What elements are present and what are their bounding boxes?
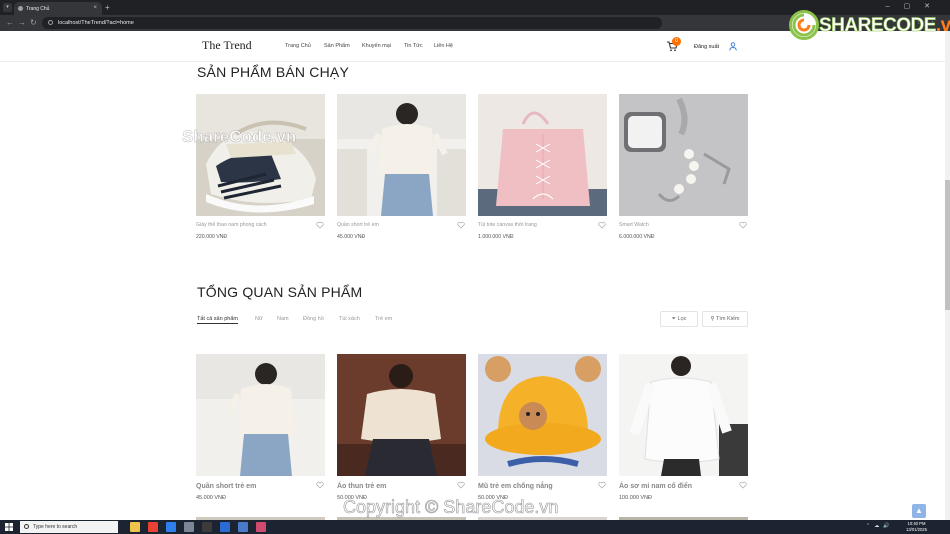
file-explorer-icon[interactable] <box>130 522 140 532</box>
nav-news[interactable]: Tin Tức <box>404 43 423 49</box>
search-button[interactable]: ⚲ Tìm Kiếm <box>702 311 748 327</box>
heart-icon[interactable] <box>739 221 747 229</box>
product-name[interactable]: Smart Watch <box>619 222 649 228</box>
clock-date: 13/01/2025 <box>906 527 927 532</box>
site-brand[interactable]: The Trend <box>202 38 252 53</box>
taskbar-search-placeholder: Type here to search <box>33 524 78 530</box>
sharecode-watermark: ShareCode.vn <box>182 127 297 147</box>
nav-home[interactable]: Trang Chủ <box>285 43 311 49</box>
tab-favicon-icon <box>18 6 23 11</box>
product-image[interactable] <box>196 354 325 476</box>
product-name[interactable]: Mũ trẻ em chống nắng <box>478 483 553 490</box>
address-bar-url: localhost/TheTrend/?act=home <box>58 20 134 26</box>
back-to-top-button[interactable]: ▲ <box>912 504 926 518</box>
terminal-icon[interactable] <box>202 522 212 532</box>
product-name[interactable]: Quần short trẻ em <box>337 222 379 228</box>
app-icon[interactable] <box>256 522 266 532</box>
windows-taskbar: Type here to search ⌃☁🔊 10:40 PM 13/01/2… <box>0 520 950 534</box>
product-name[interactable]: Áo thun trẻ em <box>337 483 386 490</box>
scrollbar-thumb[interactable] <box>945 180 950 310</box>
back-icon[interactable]: ← <box>6 18 14 28</box>
product-price: 1.000.000 VNĐ <box>478 234 514 240</box>
forward-icon[interactable]: → <box>18 18 26 28</box>
filter-button-label: Lọc <box>677 316 687 322</box>
heart-icon[interactable] <box>316 481 324 489</box>
close-tab-icon[interactable]: × <box>93 5 97 11</box>
bestsellers-title: SẢN PHẨM BÁN CHẠY <box>197 64 349 80</box>
product-image[interactable] <box>619 94 748 216</box>
nav-promotions[interactable]: Khuyến mại <box>362 43 391 49</box>
filter-button[interactable]: ⏷ Lọc <box>660 311 698 327</box>
taskbar-search[interactable]: Type here to search <box>20 521 118 533</box>
app-icon[interactable] <box>184 522 194 532</box>
product-image[interactable] <box>196 94 325 216</box>
windows-start-icon[interactable] <box>5 523 13 531</box>
product-price: 100.000 VNĐ <box>619 495 653 501</box>
chrome-icon[interactable] <box>148 522 158 532</box>
browser-tab[interactable]: Trang Chủ × <box>14 2 102 15</box>
vscode-icon[interactable] <box>166 522 176 532</box>
product-image[interactable] <box>337 354 466 476</box>
nav-contact[interactable]: Liên Hệ <box>434 43 453 49</box>
reload-icon[interactable]: ↻ <box>30 18 37 28</box>
tab-list-button[interactable]: ▾ <box>3 3 12 12</box>
heart-icon[interactable] <box>457 221 465 229</box>
product-name[interactable]: Giày thể thao nam phong cách <box>196 222 267 228</box>
heart-icon[interactable] <box>457 481 465 489</box>
filter-women[interactable]: Nữ <box>255 316 263 322</box>
heart-icon[interactable] <box>316 221 324 229</box>
address-bar[interactable]: localhost/TheTrend/?act=home <box>42 17 662 29</box>
word-icon[interactable] <box>220 522 230 532</box>
search-button-label: Tìm Kiếm <box>715 316 740 322</box>
filter-men[interactable]: Nam <box>277 316 289 322</box>
site-info-icon[interactable] <box>48 20 53 25</box>
system-tray[interactable]: ⌃☁🔊 <box>866 523 893 529</box>
product-price: 45.000 VNĐ <box>337 234 366 240</box>
cart-count-badge: 0 <box>672 37 681 46</box>
product-image[interactable] <box>478 354 607 476</box>
nav-products[interactable]: Sản Phẩm <box>324 43 350 49</box>
filter-all[interactable]: Tất cả sản phẩm <box>197 316 238 324</box>
copyright-watermark: Copyright © ShareCode.vn <box>343 497 559 518</box>
heart-icon[interactable] <box>598 481 606 489</box>
product-name[interactable]: Túi tote canvas thời trang <box>478 222 537 228</box>
search-icon <box>24 524 29 529</box>
overview-title: TỔNG QUAN SẢN PHẨM <box>197 284 363 300</box>
filter-icon: ⏷ <box>671 316 676 322</box>
product-price: 220.000 VNĐ <box>196 234 228 240</box>
product-image[interactable] <box>619 354 748 476</box>
new-tab-button[interactable]: + <box>105 3 110 12</box>
heart-icon[interactable] <box>598 221 606 229</box>
search-icon: ⚲ <box>710 316 715 322</box>
sharecode-logo-text: SHARECODE.vn <box>819 15 950 37</box>
taskbar-clock[interactable]: 10:40 PM 13/01/2025 <box>906 521 927 533</box>
product-image[interactable] <box>337 94 466 216</box>
product-image[interactable] <box>478 94 607 216</box>
user-icon[interactable] <box>729 42 737 51</box>
tab-title: Trang Chủ <box>26 6 50 12</box>
product-price: 6.000.000 VNĐ <box>619 234 655 240</box>
product-name[interactable]: Áo sơ mi nam cổ điển <box>619 483 692 490</box>
product-name[interactable]: Quần short trẻ em <box>196 483 256 490</box>
filter-bags[interactable]: Túi xách <box>339 316 360 322</box>
filter-kids[interactable]: Trẻ em <box>375 316 392 322</box>
filter-watches[interactable]: Đồng hồ <box>303 316 324 322</box>
sharecode-logo: SHARECODE.vn <box>789 8 950 40</box>
heart-icon[interactable] <box>739 481 747 489</box>
product-price: 45.000 VNĐ <box>196 495 226 501</box>
app-icon[interactable] <box>238 522 248 532</box>
logout-link[interactable]: Đăng xuất <box>694 44 719 50</box>
sharecode-logo-icon <box>789 10 819 40</box>
